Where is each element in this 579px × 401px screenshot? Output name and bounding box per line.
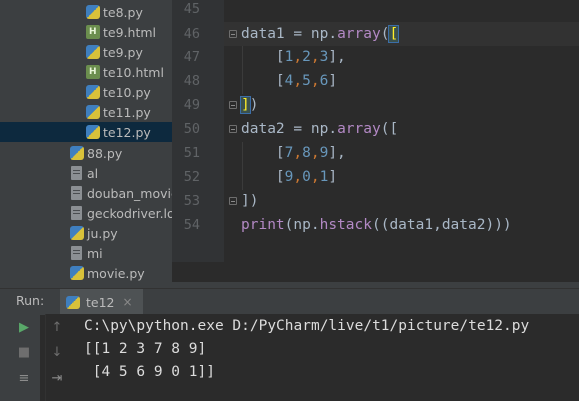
code-line-50: data2 = np.array([: [241, 121, 399, 137]
tree-item-te10-py[interactable]: te10.py: [0, 82, 172, 102]
tree-item-te8-py[interactable]: te8.py: [0, 2, 172, 22]
python-file-icon: [70, 146, 84, 160]
wrap-icon[interactable]: ≡: [16, 371, 32, 387]
file-icon: [71, 186, 82, 200]
file-icon: [71, 166, 82, 180]
stop-icon[interactable]: ■: [16, 345, 32, 361]
python-file-icon: [70, 266, 84, 280]
tree-item-te10-html[interactable]: te10.html: [0, 62, 172, 82]
code-line-47: [1,2,3],: [275, 49, 346, 65]
console-nav: ↑ ↓ ⇥: [45, 314, 69, 401]
html-file-icon: [86, 25, 100, 39]
line-number: 48: [183, 73, 200, 89]
tree-item-te9-py[interactable]: te9.py: [0, 42, 172, 62]
run-tab-te12[interactable]: te12 ×: [60, 289, 143, 315]
matched-bracket: [: [388, 25, 400, 43]
python-file-icon: [86, 45, 100, 59]
file-icon: [71, 246, 82, 260]
tree-item-te11-py[interactable]: te11.py: [0, 102, 172, 122]
console-line-result-2: [4 5 6 9 0 1]]: [84, 364, 215, 380]
python-file-icon: [66, 295, 80, 309]
line-number: 54: [183, 217, 200, 233]
project-tree: te8.py te9.html te9.py te10.html te10.py…: [0, 0, 172, 282]
fold-icon[interactable]: [229, 101, 237, 109]
python-file-icon: [86, 105, 100, 119]
tree-item-88-py[interactable]: 88.py: [0, 143, 172, 163]
run-tab-label: te12: [86, 294, 115, 310]
tree-item-te12-py[interactable]: te12.py: [0, 122, 172, 142]
tree-item-movie-py[interactable]: movie.py: [0, 263, 172, 282]
line-number: 46: [183, 26, 200, 42]
html-file-icon: [86, 65, 100, 79]
tree-item-douban-movie[interactable]: douban_movie: [0, 183, 172, 203]
file-icon: [71, 206, 82, 220]
python-file-icon: [70, 226, 84, 240]
code-line-46: data1 = np.array([: [241, 25, 400, 43]
close-icon[interactable]: ×: [123, 295, 133, 309]
run-actions: ▶ ■ ≡: [0, 314, 40, 401]
fold-icon[interactable]: [229, 30, 237, 38]
python-file-icon: [86, 125, 100, 139]
python-file-icon: [86, 5, 100, 19]
console-line-command: C:\py\python.exe D:/PyCharm/live/t1/pict…: [84, 318, 530, 334]
line-number: 53: [183, 193, 200, 209]
line-number: 47: [183, 49, 200, 65]
code-line-48: [4,5,6]: [275, 73, 338, 89]
line-number: 52: [183, 169, 200, 185]
soft-wrap-icon[interactable]: ⇥: [49, 371, 65, 387]
tree-item-al[interactable]: al: [0, 163, 172, 183]
tree-item-ju-py[interactable]: ju.py: [0, 223, 172, 243]
code-line-51: [7,8,9],: [275, 145, 346, 161]
line-number: 45: [183, 1, 200, 17]
run-toolbar: Run: te12 ×: [0, 288, 579, 315]
rerun-icon[interactable]: ▶: [16, 320, 32, 336]
arrow-down-icon[interactable]: ↓: [49, 345, 65, 361]
code-line-53: ]): [241, 193, 259, 209]
tree-item-mi[interactable]: mi: [0, 243, 172, 263]
line-number: 49: [183, 97, 200, 113]
code-line-49: ]): [240, 96, 259, 114]
console-line-result-1: [[1 2 3 7 8 9]: [84, 341, 207, 357]
tree-item-te9-html[interactable]: te9.html: [0, 22, 172, 42]
line-number: 50: [183, 121, 200, 137]
matched-bracket: ]: [240, 96, 251, 114]
fold-icon[interactable]: [229, 125, 237, 133]
line-number: 51: [183, 145, 200, 161]
run-label: Run:: [16, 293, 45, 308]
code-line-54: print(np.hstack((data1,data2))): [241, 217, 512, 233]
fold-icon[interactable]: [229, 197, 237, 205]
tree-item-geckodriver-log[interactable]: geckodriver.log: [0, 203, 172, 223]
code-line-52: [9,0,1]: [275, 169, 338, 185]
arrow-up-icon[interactable]: ↑: [49, 320, 65, 336]
python-file-icon: [86, 85, 100, 99]
